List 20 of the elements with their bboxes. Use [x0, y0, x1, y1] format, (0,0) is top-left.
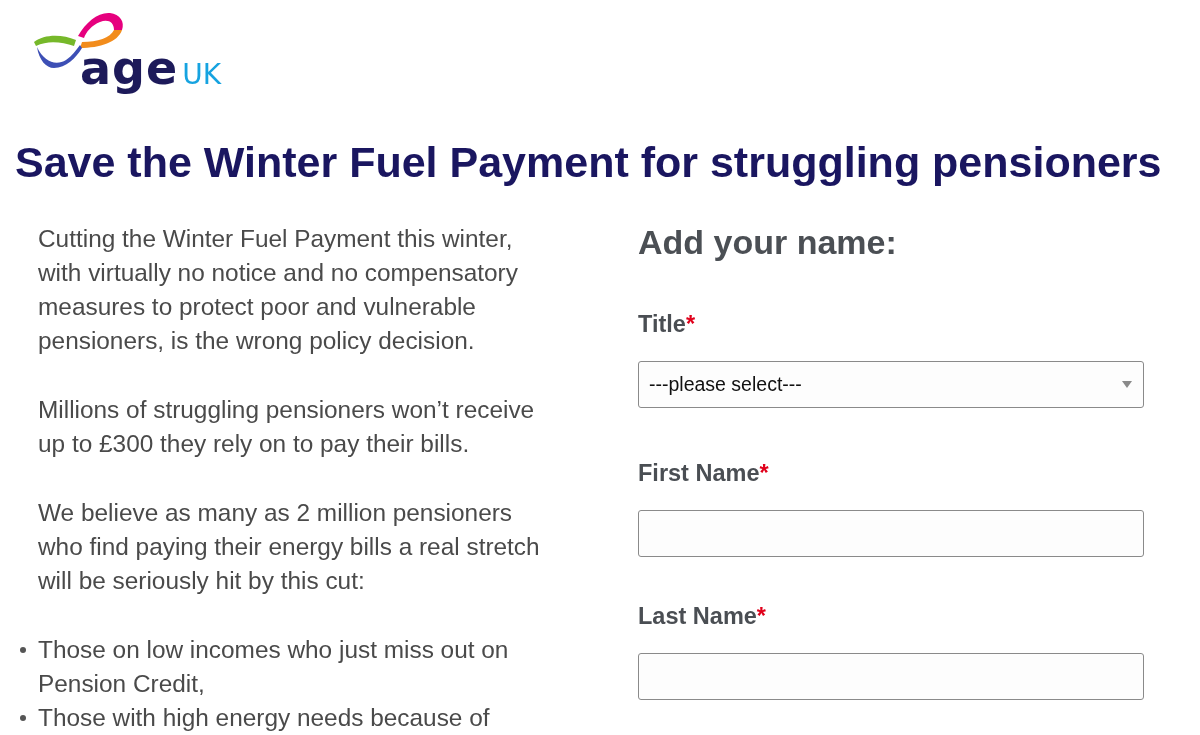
- title-select[interactable]: ---please select---: [638, 361, 1144, 408]
- bullet-text: Those with high energy needs because of: [38, 703, 490, 733]
- body-paragraph: Millions of struggling pensioners won’t receive up to £300 they rely on to pay their bills.: [38, 395, 536, 459]
- bullet-icon: [20, 647, 26, 653]
- bullet-text: Those on low incomes who just miss out on Pension Credit,: [38, 635, 510, 699]
- caret-icon: [1122, 381, 1132, 388]
- body-paragraph: We believe as many as 2 million pensioners who find paying their energy bills a real stretch will be seriously hit by this cut:: [38, 498, 541, 596]
- logo-suffix: UK: [182, 57, 222, 93]
- text-input-field[interactable]: [638, 653, 1144, 700]
- required-mark: *: [685, 310, 696, 339]
- field-label: First Name: [638, 459, 760, 488]
- required-mark: *: [756, 602, 766, 631]
- text-input-field[interactable]: [638, 510, 1144, 557]
- field-label: Last Name: [638, 602, 757, 631]
- form-heading: Add your name:: [638, 222, 898, 262]
- body-paragraph: Cutting the Winter Fuel Payment this winter, with virtually no notice and no compensatory measures to protect poor and vulnerable pensioners, is the wrong policy decision.: [38, 224, 519, 356]
- bullet-icon: [20, 715, 26, 721]
- field-label: Title: [638, 310, 686, 339]
- required-mark: *: [759, 459, 769, 488]
- page-heading: Save the Winter Fuel Payment for struggling pensioners: [15, 138, 1163, 186]
